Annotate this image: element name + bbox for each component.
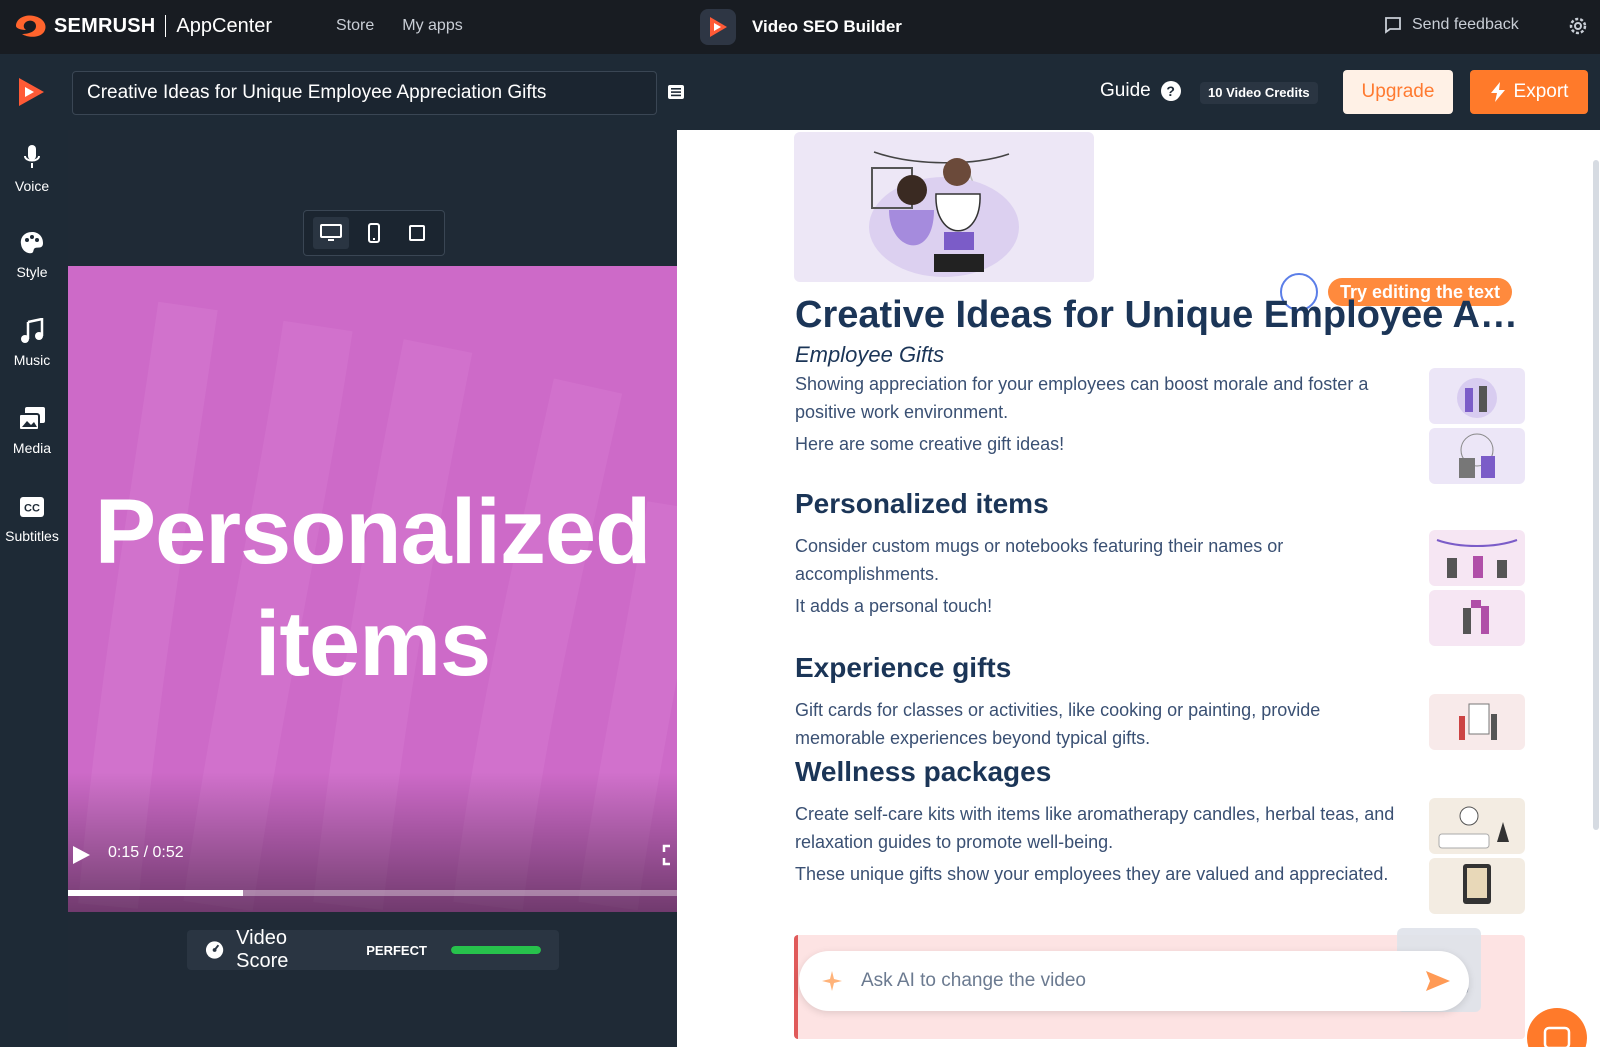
video-seo-builder-icon bbox=[700, 9, 736, 45]
desktop-icon bbox=[320, 224, 343, 241]
palette-icon bbox=[0, 228, 64, 258]
progress-track[interactable] bbox=[68, 890, 677, 896]
mobile-view-button[interactable] bbox=[356, 217, 392, 249]
nav-my-apps[interactable]: My apps bbox=[402, 17, 462, 35]
play-icon bbox=[73, 846, 90, 864]
guide-label: Guide bbox=[1100, 80, 1151, 101]
editor-toolbar: Creative Ideas for Unique Employee Appre… bbox=[0, 54, 1600, 130]
gauge-icon bbox=[205, 941, 224, 959]
scene-thumbnail[interactable] bbox=[1429, 368, 1525, 424]
video-player[interactable]: Personalized items 0:15 / 0:52 bbox=[68, 266, 677, 912]
video-credits-badge: 10 Video Credits bbox=[1200, 82, 1318, 104]
sidebar-item-media[interactable]: Media bbox=[0, 404, 64, 456]
export-label: Export bbox=[1513, 81, 1569, 102]
sidebar-item-subtitles[interactable]: CC Subtitles bbox=[0, 492, 64, 544]
semrush-brand: SEMRUSH bbox=[54, 14, 156, 37]
upgrade-button[interactable]: Upgrade bbox=[1343, 70, 1453, 114]
section-paragraph[interactable]: It adds a personal touch! bbox=[795, 592, 1395, 620]
sidebar-item-label: Media bbox=[12, 440, 52, 456]
app-title: Video SEO Builder bbox=[700, 9, 902, 45]
sidebar-item-label: Subtitles bbox=[5, 528, 59, 544]
send-feedback-button[interactable]: Send feedback bbox=[1384, 16, 1519, 34]
nav-store[interactable]: Store bbox=[336, 17, 374, 35]
chat-support-button[interactable] bbox=[1527, 1008, 1587, 1047]
desktop-view-button[interactable] bbox=[313, 217, 350, 249]
top-nav: Store My apps bbox=[336, 17, 463, 35]
document-subtitle[interactable]: Employee Gifts bbox=[795, 342, 944, 368]
fullscreen-icon bbox=[662, 844, 670, 866]
progress-fill bbox=[68, 890, 244, 896]
square-icon bbox=[408, 225, 425, 241]
scene-thumbnail[interactable] bbox=[1429, 798, 1525, 854]
editor-scrollbar[interactable] bbox=[1593, 160, 1599, 830]
scene-thumbnail[interactable] bbox=[1429, 858, 1525, 914]
appcenter-label: AppCenter bbox=[176, 14, 273, 37]
media-gallery-icon bbox=[0, 404, 64, 434]
intro-paragraph-1[interactable]: Showing appreciation for your employees … bbox=[795, 370, 1395, 426]
section-paragraph[interactable]: These unique gifts show your employees t… bbox=[795, 860, 1395, 888]
microphone-icon bbox=[0, 142, 64, 172]
score-bar-fill bbox=[450, 946, 542, 954]
video-headline-line1: Personalized bbox=[94, 481, 652, 583]
playback-time: 0:15 / 0:52 bbox=[108, 844, 184, 861]
send-feedback-label: Send feedback bbox=[1412, 16, 1519, 33]
section-paragraph[interactable]: Consider custom mugs or notebooks featur… bbox=[795, 532, 1395, 588]
sidebar-item-label: Voice bbox=[14, 178, 50, 194]
section-heading[interactable]: Personalized items bbox=[795, 488, 1049, 520]
ai-prompt-placeholder: Ask AI to change the video bbox=[861, 970, 1086, 991]
sparkle-icon bbox=[822, 971, 842, 991]
settings-gear-icon[interactable] bbox=[1567, 15, 1589, 42]
video-headline: Personalized items bbox=[68, 476, 677, 700]
app-name: Video SEO Builder bbox=[752, 17, 902, 36]
closed-caption-icon: CC bbox=[0, 492, 64, 522]
top-bar: SEMRUSH AppCenter Store My apps Video SE… bbox=[0, 0, 1600, 54]
script-editor: Try editing the text Creative Ideas for … bbox=[677, 130, 1600, 1047]
svg-text:CC: CC bbox=[24, 503, 40, 515]
device-toggle bbox=[303, 210, 445, 256]
section-paragraph[interactable]: Gift cards for classes or activities, li… bbox=[795, 696, 1395, 752]
outline-list-icon[interactable] bbox=[667, 83, 685, 106]
left-sidebar: Voice Style Music Media CC Subtitles bbox=[0, 130, 68, 1047]
section-heading[interactable]: Wellness packages bbox=[795, 756, 1051, 788]
semrush-logo[interactable]: SEMRUSH AppCenter bbox=[14, 14, 272, 38]
mobile-phone-icon bbox=[367, 223, 380, 243]
logo-divider bbox=[165, 15, 167, 37]
hero-illustration[interactable] bbox=[794, 132, 1094, 282]
app-logo-icon[interactable] bbox=[16, 76, 46, 113]
video-score-label: Video Score bbox=[236, 927, 289, 972]
ai-prompt-input[interactable]: Ask AI to change the video bbox=[799, 951, 1469, 1011]
sidebar-item-music[interactable]: Music bbox=[0, 316, 64, 368]
fullscreen-button[interactable] bbox=[662, 844, 677, 871]
scene-thumbnail[interactable] bbox=[1429, 530, 1525, 586]
lightning-icon bbox=[1490, 82, 1505, 102]
play-button[interactable] bbox=[70, 844, 92, 871]
section-paragraph[interactable]: Create self-care kits with items like ar… bbox=[795, 800, 1395, 856]
feedback-icon bbox=[1385, 17, 1401, 34]
chat-icon bbox=[1543, 1026, 1571, 1047]
video-score-rating: PERFECT bbox=[366, 942, 427, 958]
sidebar-item-label: Style bbox=[16, 264, 48, 280]
music-note-icon bbox=[0, 316, 64, 346]
scene-thumbnail[interactable] bbox=[1429, 694, 1525, 750]
score-bar bbox=[450, 946, 542, 954]
video-title-input[interactable]: Creative Ideas for Unique Employee Appre… bbox=[72, 71, 657, 115]
section-heading[interactable]: Experience gifts bbox=[795, 652, 1011, 684]
sidebar-item-style[interactable]: Style bbox=[0, 228, 64, 280]
export-button[interactable]: Export bbox=[1470, 70, 1588, 114]
square-view-button[interactable] bbox=[399, 217, 435, 249]
video-headline-line2: items bbox=[254, 593, 491, 695]
sidebar-item-voice[interactable]: Voice bbox=[0, 142, 64, 194]
video-score[interactable]: Video Score PERFECT bbox=[187, 927, 559, 972]
intro-paragraph-2[interactable]: Here are some creative gift ideas! bbox=[795, 430, 1395, 458]
scene-thumbnail[interactable] bbox=[1429, 428, 1525, 484]
document-title[interactable]: Creative Ideas for Unique Employee Appre… bbox=[795, 294, 1530, 337]
send-icon[interactable] bbox=[1425, 969, 1451, 998]
help-icon: ? bbox=[1160, 81, 1181, 101]
scene-thumbnail[interactable] bbox=[1429, 590, 1525, 646]
guide-button[interactable]: Guide ? bbox=[1100, 80, 1181, 102]
semrush-flame-icon bbox=[16, 15, 46, 37]
sidebar-item-label: Music bbox=[13, 352, 51, 368]
